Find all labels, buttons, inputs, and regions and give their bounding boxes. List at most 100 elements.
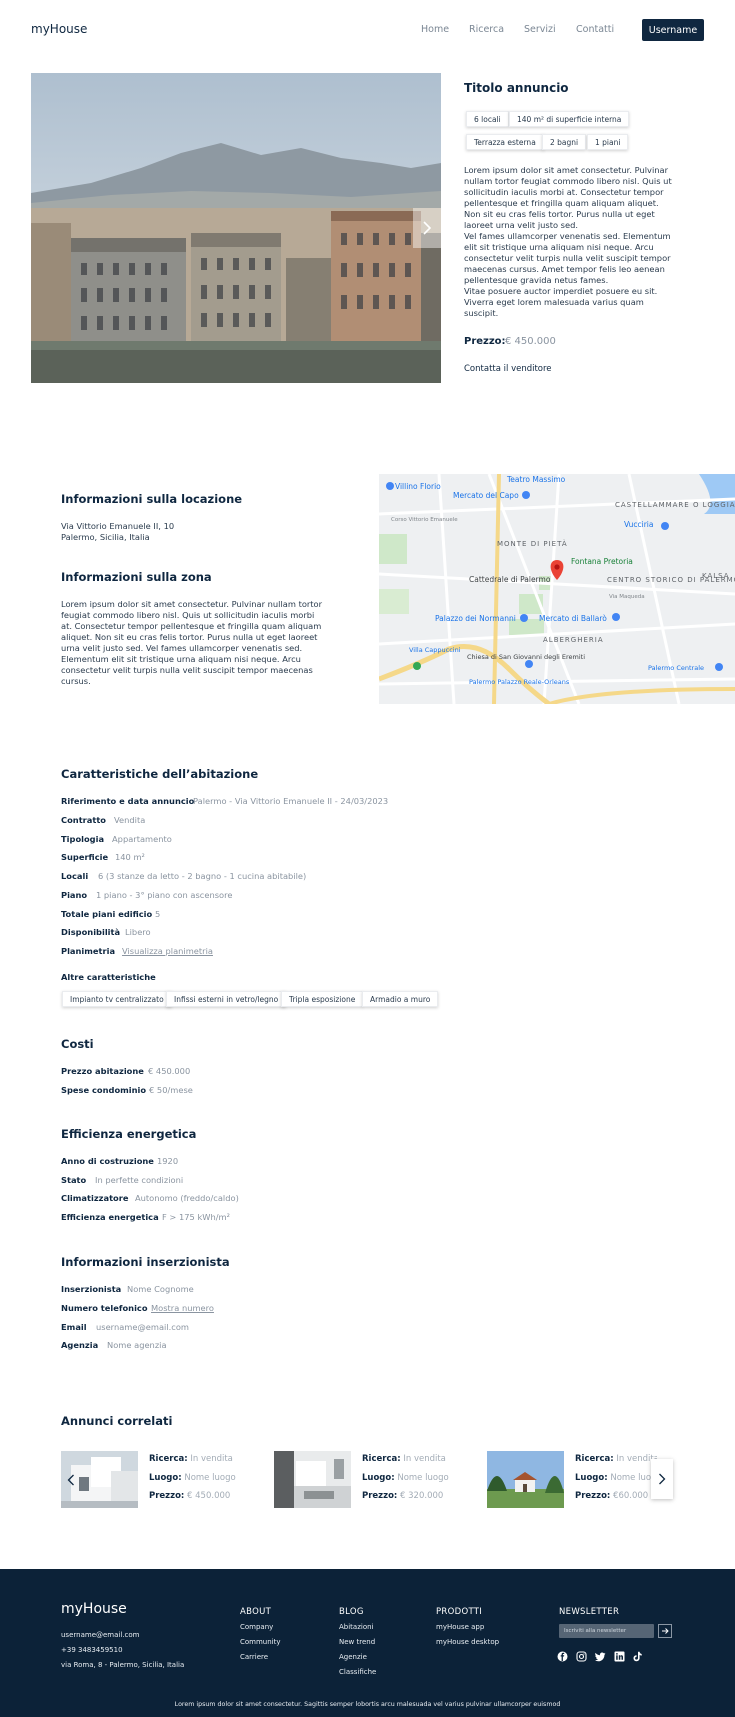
chevron-left-icon	[67, 1474, 74, 1486]
related-title: Annunci correlati	[61, 1414, 173, 1428]
feature-label: Totale piani edificio	[61, 909, 153, 919]
footer-logo[interactable]: myHouse	[61, 1601, 127, 1617]
footer-address: via Roma, 8 - Palermo, Sicilia, Italia	[61, 1661, 185, 1669]
map-poi-icon	[520, 614, 528, 622]
energy-label: Stato	[61, 1175, 87, 1185]
related-prev-button[interactable]	[61, 1460, 81, 1500]
floorplan-link[interactable]: Visualizza planimetria	[122, 946, 213, 956]
related-place-label: Luogo:	[575, 1473, 608, 1483]
map-label-palermo-centrale: Palermo Centrale	[648, 664, 704, 672]
related-card[interactable]: Ricerca: In vendita Luogo: Nome luogo Pr…	[487, 1451, 657, 1508]
map-poi-icon	[386, 482, 394, 490]
contact-seller-link[interactable]: Contatta il venditore	[464, 364, 552, 374]
cost-label: Prezzo abitazione	[61, 1066, 144, 1076]
advertiser-value[interactable]: username@email.com	[96, 1322, 189, 1332]
nav-ricerca[interactable]: Ricerca	[469, 24, 504, 35]
advertiser-value: Nome Cognome	[127, 1284, 194, 1294]
logo[interactable]: myHouse	[31, 22, 87, 36]
related-card[interactable]: Ricerca: In vendita Luogo: Nome luogo Pr…	[61, 1451, 251, 1508]
feature-tag: Impianto tv centralizzato	[62, 991, 172, 1007]
related-next-button[interactable]	[651, 1459, 673, 1499]
footer-phone[interactable]: +39 3483459510	[61, 1646, 123, 1654]
related-price-label: Prezzo:	[362, 1491, 398, 1501]
map-label-castellammare: CASTELLAMMARE O LOGGIA	[615, 501, 735, 509]
cost-value: € 50/mese	[149, 1085, 193, 1095]
energy-label: Anno di costruzione	[61, 1156, 154, 1166]
listing-description: Lorem ipsum dolor sit amet consectetur. …	[464, 165, 672, 318]
tag-piani: 1 piani	[587, 134, 629, 150]
related-search-label: Ricerca:	[149, 1454, 188, 1464]
cost-value: € 450.000	[148, 1066, 191, 1076]
chevron-right-icon	[423, 221, 432, 235]
footer-email[interactable]: username@email.com	[61, 1631, 139, 1639]
tag-terrazza: Terrazza esterna	[466, 134, 544, 150]
related-photo	[274, 1451, 351, 1508]
footer-link[interactable]: Carriere	[240, 1653, 268, 1661]
nav-servizi[interactable]: Servizi	[524, 24, 556, 35]
map-poi-icon	[522, 491, 530, 499]
footer-link[interactable]: New trend	[339, 1638, 375, 1646]
energy-value: Autonomo (freddo/caldo)	[135, 1193, 239, 1203]
instagram-icon[interactable]	[576, 1651, 587, 1662]
footer-link[interactable]: myHouse app	[436, 1623, 484, 1631]
related-price-value: €60.000	[613, 1491, 649, 1501]
zone-text: Lorem ipsum dolor sit amet consectetur. …	[61, 599, 323, 686]
advertiser-value: Nome agenzia	[107, 1340, 167, 1350]
linkedin-icon[interactable]	[614, 1651, 625, 1662]
related-search-label: Ricerca:	[575, 1454, 614, 1464]
footer-link[interactable]: Community	[240, 1638, 281, 1646]
footer-link[interactable]: Abitazioni	[339, 1623, 374, 1631]
location-title: Informazioni sulla locazione	[61, 492, 243, 506]
feature-value: Vendita	[114, 815, 146, 825]
map-label-corso-vittorio: Corso Vittorio Emanuele	[391, 517, 458, 523]
other-features-title: Altre caratteristiche	[61, 972, 156, 982]
footer-link[interactable]: myHouse desktop	[436, 1638, 499, 1646]
show-number-link[interactable]: Mostra numero	[151, 1303, 214, 1313]
photo-next-button[interactable]	[413, 208, 441, 248]
energy-value: F > 175 kWh/m²	[162, 1212, 230, 1222]
newsletter-input[interactable]: Iscriviti alla newsletter	[559, 1624, 654, 1638]
price-label: Prezzo:	[464, 336, 506, 347]
footer-bottom-text: Lorem ipsum dolor sit amet consectetur. …	[174, 1701, 561, 1708]
related-search-label: Ricerca:	[362, 1454, 401, 1464]
related-price-value: € 320.000	[400, 1491, 444, 1501]
energy-value: In perfette condizioni	[95, 1175, 184, 1185]
footer-link[interactable]: Agenzie	[339, 1653, 367, 1661]
feature-value: 1 piano - 3° piano con ascensore	[96, 890, 233, 900]
related-photo	[487, 1451, 564, 1508]
tiktok-icon[interactable]	[632, 1651, 643, 1662]
footer-col-title: ABOUT	[240, 1607, 272, 1617]
newsletter-submit-button[interactable]	[658, 1624, 672, 1638]
related-place-value: Nome luogo	[610, 1473, 657, 1483]
costs-title: Costi	[61, 1037, 94, 1051]
feature-label: Superficie	[61, 852, 109, 862]
map-label-teatro-massimo: Teatro Massimo	[506, 475, 566, 484]
advertiser-label: Numero telefonico	[61, 1303, 148, 1313]
energy-value: 1920	[157, 1156, 179, 1166]
map-park-icon	[413, 662, 421, 670]
location-map[interactable]: Villino Florio Mercato del Capo Teatro M…	[379, 474, 735, 704]
map-label-vucciria: Vucciria	[624, 520, 653, 529]
feature-label: Riferimento e data annuncio	[61, 796, 195, 806]
related-search-value: In vendita	[190, 1454, 233, 1464]
map-label-palazzo-normanni: Palazzo dei Normanni	[435, 614, 516, 623]
twitter-icon[interactable]	[595, 1651, 606, 1662]
features-title: Caratteristiche dell’abitazione	[61, 767, 259, 781]
energy-label: Efficienza energetica	[61, 1212, 159, 1222]
energy-label: Climatizzatore	[61, 1193, 129, 1203]
footer-link[interactable]: Company	[240, 1623, 273, 1631]
nav-home[interactable]: Home	[421, 24, 449, 35]
feature-value: 140 m²	[115, 852, 145, 862]
map-poi-icon	[661, 522, 669, 530]
footer-link[interactable]: Classifiche	[339, 1668, 376, 1676]
related-price-label: Prezzo:	[575, 1491, 611, 1501]
feature-value: Libero	[125, 927, 151, 937]
user-button[interactable]: Username	[642, 19, 704, 41]
facebook-icon[interactable]	[557, 1651, 568, 1662]
map-label-villino-florio: Villino Florio	[395, 482, 441, 491]
related-price-value: € 450.000	[187, 1491, 231, 1501]
address-line1: Via Vittorio Emanuele II, 10	[61, 521, 175, 531]
related-card[interactable]: Ricerca: In vendita Luogo: Nome luogo Pr…	[274, 1451, 464, 1508]
nav-contatti[interactable]: Contatti	[576, 24, 614, 35]
footer-col-title: BLOG	[339, 1607, 364, 1617]
